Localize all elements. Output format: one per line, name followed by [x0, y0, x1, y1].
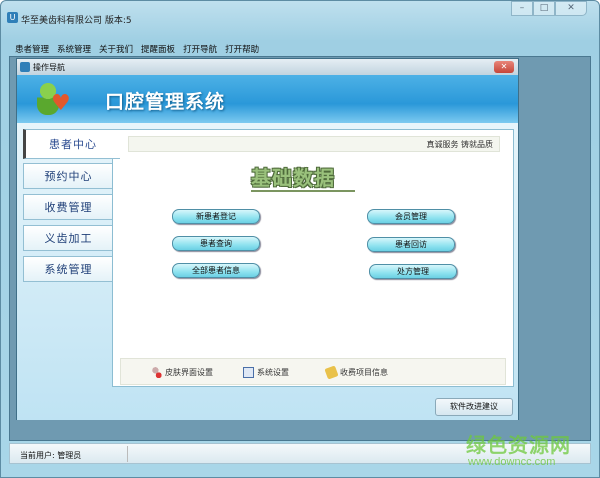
nav-window-icon	[20, 62, 30, 72]
close-button[interactable]: ✕	[555, 1, 587, 16]
menu-patient[interactable]: 患者管理	[15, 43, 49, 55]
nav-close-button[interactable]: ✕	[494, 61, 514, 73]
patient-query-button[interactable]: 患者查询	[172, 236, 260, 251]
watermark-url: www.downcc.com	[468, 456, 556, 468]
window-title: 华至美齿科有限公司 版本:5	[21, 16, 132, 26]
all-patients-button[interactable]: 全部患者信息	[172, 263, 260, 278]
section-heading: 基础数据	[251, 166, 335, 190]
nav-window-title: 操作导航	[33, 63, 65, 72]
banner-title: 口腔管理系统	[105, 91, 226, 113]
tab-patient-center[interactable]: 患者中心	[23, 129, 120, 159]
banner: ♥ 口腔管理系统	[17, 75, 518, 123]
menu-open-help[interactable]: 打开帮助	[225, 43, 259, 55]
current-user: 当前用户: 管理员	[20, 451, 82, 460]
fee-items-link[interactable]: 收费项目信息	[324, 365, 388, 380]
maximize-button[interactable]: □	[533, 1, 555, 16]
menu-bar: 患者管理 系统管理 关于我们 提醒面板 打开导航 打开帮助	[15, 43, 259, 55]
minimize-button[interactable]: –	[511, 1, 533, 16]
menu-about[interactable]: 关于我们	[99, 43, 133, 55]
prescription-button[interactable]: 处方管理	[369, 264, 457, 279]
new-patient-button[interactable]: 新患者登记	[172, 209, 260, 224]
nav-window: 操作导航 ✕ ♥ 口腔管理系统 患者中心 预约中心 收费管理 义齿加工 系统管理…	[16, 58, 519, 420]
skin-icon	[151, 367, 162, 378]
tab-billing[interactable]: 收费管理	[23, 194, 113, 220]
patient-followup-button[interactable]: 患者回访	[367, 237, 455, 252]
watermark-text: 绿色资源网	[466, 433, 571, 457]
content-panel: 真诚服务 铸就品质 基础数据 新患者登记 患者查询 全部患者信息 会员管理 患者…	[112, 129, 514, 387]
skin-settings-link[interactable]: 皮肤界面设置	[151, 367, 213, 378]
app-logo-icon: U	[7, 12, 18, 23]
tab-system[interactable]: 系统管理	[23, 256, 113, 282]
status-separator	[127, 446, 128, 462]
menu-open-nav[interactable]: 打开导航	[183, 43, 217, 55]
slogan: 真诚服务 铸就品质	[128, 136, 500, 152]
menu-reminder[interactable]: 提醒面板	[141, 43, 175, 55]
tab-appointment-center[interactable]: 预约中心	[23, 163, 113, 189]
member-management-button[interactable]: 会员管理	[367, 209, 455, 224]
heart-icon: ♥	[51, 91, 71, 116]
tab-denture[interactable]: 义齿加工	[23, 225, 113, 251]
main-window: U 华至美齿科有限公司 版本:5 – □ ✕ 患者管理 系统管理 关于我们 提醒…	[0, 0, 600, 478]
system-settings-link[interactable]: 系统设置	[243, 367, 289, 378]
settings-window-icon	[243, 367, 254, 378]
suggestion-button[interactable]: 软件改进建议	[435, 398, 513, 416]
menu-system[interactable]: 系统管理	[57, 43, 91, 55]
fee-items-icon	[324, 365, 339, 380]
heading-underline	[251, 190, 355, 192]
